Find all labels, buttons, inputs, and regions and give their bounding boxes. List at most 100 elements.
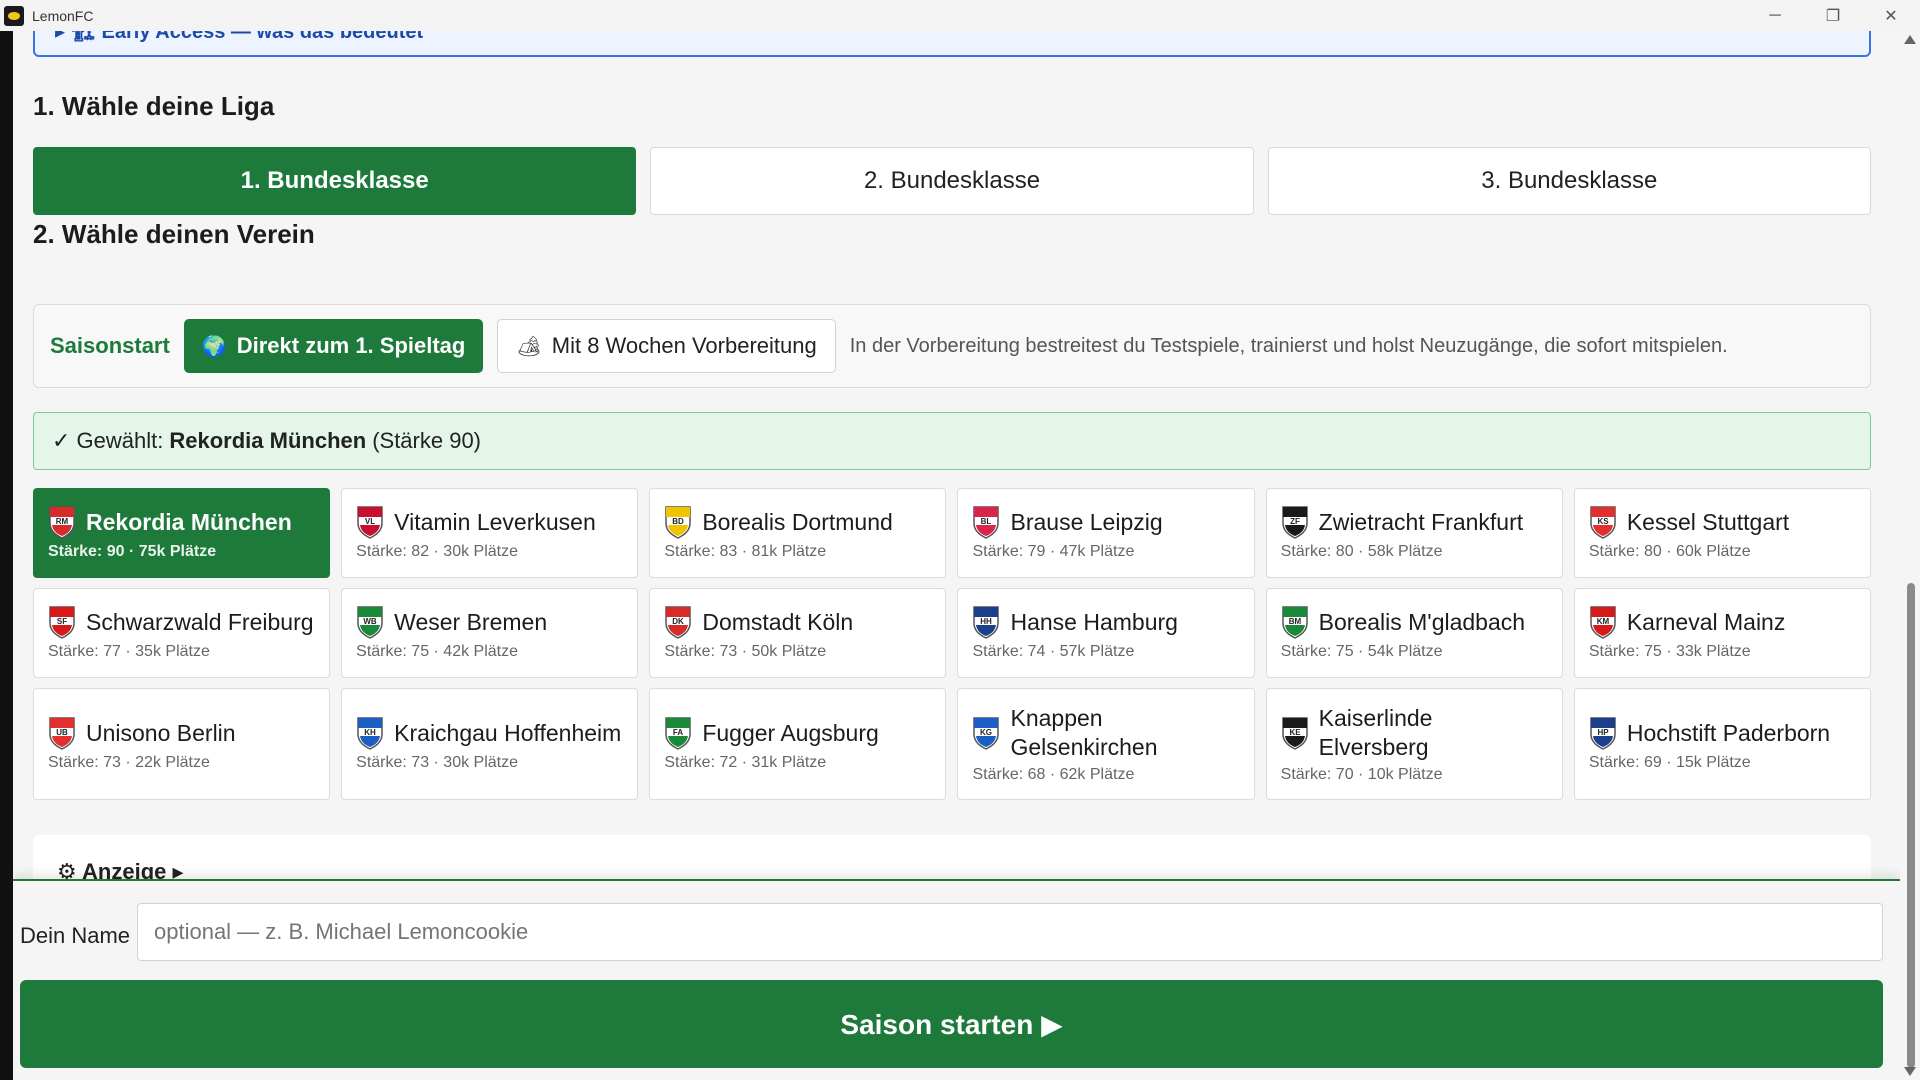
scroll-down-icon[interactable]: [1904, 1067, 1916, 1076]
club-card[interactable]: ZF Zwietracht Frankfurt Stärke: 80 · 58k P…: [1265, 488, 1563, 578]
club-name: Domstadt Köln: [702, 608, 854, 635]
club-card[interactable]: RM Rekordia München Stärke: 90 · 75k Plätz…: [33, 488, 331, 578]
close-icon[interactable]: ✕: [1862, 0, 1920, 31]
club-name: Kessel Stuttgart: [1626, 508, 1790, 535]
club-stats: Stärke: 73 · 50k Plätze: [664, 643, 827, 660]
club-card[interactable]: HH Hanse Hamburg Stärke: 74 · 57k Plätze: [957, 588, 1255, 678]
scroll-thumb[interactable]: [1907, 583, 1915, 1068]
club-card[interactable]: KG Knappen Gelsenkirchen Stärke: 68 · 62k …: [957, 688, 1255, 800]
club-stats: Stärke: 80 · 58k Plätze: [1280, 543, 1443, 560]
league-option-3[interactable]: 3. Bundesklasse: [1267, 147, 1871, 215]
club-name: Borealis M'gladbach: [1318, 608, 1526, 635]
club-crest-abbr: RM: [56, 517, 69, 526]
club-stats: Stärke: 74 · 57k Plätze: [972, 643, 1135, 660]
club-card-header: UB Unisono Berlin: [48, 716, 315, 750]
club-name: Zwietracht Frankfurt: [1318, 508, 1524, 535]
app-viewport: ▸ 🏗 Early Access — was das bedeutet 1. W…: [0, 31, 1920, 1080]
club-card-header: HH Hanse Hamburg: [972, 605, 1239, 639]
club-stats: Stärke: 79 · 47k Plätze: [972, 543, 1135, 560]
club-card[interactable]: BD Borealis Dortmund Stärke: 83 · 81k Plät…: [649, 488, 947, 578]
early-access-banner[interactable]: ▸ 🏗 Early Access — was das bedeutet: [33, 31, 1871, 57]
direct-start-label: Direkt zum 1. Spieltag: [236, 333, 466, 358]
club-card[interactable]: VL Vitamin Leverkusen Stärke: 82 · 30k Plä…: [341, 488, 639, 578]
club-stats: Stärke: 73 · 30k Plätze: [356, 754, 519, 771]
club-name: Kaiserlinde Elversberg: [1318, 705, 1433, 760]
club-crest-icon: ZF: [1281, 506, 1308, 539]
club-name: Hochstift Paderborn: [1626, 719, 1831, 746]
selected-club-info: ✓ Gewählt: Rekordia München (Stärke 90): [33, 412, 1871, 470]
club-stats: Stärke: 80 · 60k Plätze: [1588, 543, 1751, 560]
club-crest-icon: SF: [49, 606, 75, 639]
vertical-scrollbar[interactable]: [1900, 31, 1920, 1080]
club-name: Fugger Augsburg: [702, 719, 879, 746]
minimize-icon[interactable]: ─: [1746, 0, 1804, 31]
club-card-header: WB Weser Bremen: [356, 605, 623, 639]
club-card[interactable]: BL Brause Leipzig Stärke: 79 · 47k Plätze: [957, 488, 1255, 578]
start-season-button[interactable]: Saison starten ▶: [20, 980, 1883, 1068]
restore-icon[interactable]: ❐: [1804, 0, 1862, 31]
club-crest-icon: BD: [665, 506, 692, 539]
club-crest-icon: KH: [357, 717, 383, 750]
club-stats: Stärke: 72 · 31k Plätze: [664, 754, 827, 771]
club-card[interactable]: KH Kraichgau Hoffenheim Stärke: 73 · 30k P…: [341, 688, 639, 800]
club-card[interactable]: BM Borealis M'gladbach Stärke: 75 · 54k Pl…: [1265, 588, 1563, 678]
bottom-action-bar: Dein Name Saison starten ▶: [13, 879, 1900, 1080]
club-card-header: KM Karneval Mainz: [1589, 605, 1856, 639]
club-name: Knappen Gelsenkirchen: [1010, 705, 1158, 760]
club-crest-abbr: HH: [981, 617, 993, 626]
club-card[interactable]: WB Weser Bremen Stärke: 75 · 42k Plätze: [341, 588, 639, 678]
club-crest-abbr: BD: [673, 517, 685, 526]
league-option-2[interactable]: 2. Bundesklasse: [650, 147, 1254, 215]
club-card-header: VL Vitamin Leverkusen: [356, 505, 623, 539]
app-logo-icon: [4, 5, 24, 26]
club-card-header: KG Knappen Gelsenkirchen: [972, 704, 1239, 762]
club-crest-icon: UB: [49, 717, 75, 750]
club-card[interactable]: FA Fugger Augsburg Stärke: 72 · 31k Plätze: [649, 688, 947, 800]
preparation-label: Mit 8 Wochen Vorbereitung: [551, 333, 817, 358]
preparation-button[interactable]: 🏕 Mit 8 Wochen Vorbereitung: [497, 319, 836, 373]
club-name: Hanse Hamburg: [1010, 608, 1178, 635]
club-card[interactable]: SF Schwarzwald Freiburg Stärke: 77 · 35k P…: [33, 588, 331, 678]
club-crest-abbr: SF: [57, 617, 67, 626]
club-name: Borealis Dortmund: [702, 508, 893, 535]
club-crest-icon: WB: [357, 606, 383, 639]
club-crest-abbr: ZF: [1290, 517, 1300, 526]
club-crest-icon: HH: [973, 606, 1000, 639]
club-stats: Stärke: 73 · 22k Plätze: [48, 754, 210, 771]
club-crest-icon: KE: [1281, 717, 1308, 750]
club-card[interactable]: KS Kessel Stuttgart Stärke: 80 · 60k Plätz…: [1573, 488, 1871, 578]
club-name: Karneval Mainz: [1626, 608, 1786, 635]
window-titlebar: LemonFC ─ ❐ ✕: [0, 0, 1920, 31]
camp-icon: 🏕: [516, 335, 542, 358]
club-stats: Stärke: 69 · 15k Plätze: [1588, 754, 1751, 771]
club-crest-abbr: KH: [364, 728, 376, 737]
club-name: Schwarzwald Freiburg: [86, 608, 314, 635]
scroll-up-icon[interactable]: [1904, 35, 1916, 44]
club-name: Unisono Berlin: [86, 719, 236, 746]
selected-club-strength: (Stärke 90): [372, 428, 482, 453]
club-name: Vitamin Leverkusen: [394, 508, 596, 535]
club-card-header: ZF Zwietracht Frankfurt: [1281, 505, 1548, 539]
club-crest-abbr: UB: [56, 728, 68, 737]
club-grid: RM Rekordia München Stärke: 90 · 75k Plätz…: [33, 488, 1871, 800]
club-card[interactable]: HP Hochstift Paderborn Stärke: 69 · 15k Pl…: [1573, 688, 1871, 800]
club-crest-icon: RM: [49, 506, 75, 539]
club-card[interactable]: UB Unisono Berlin Stärke: 73 · 22k Plätze: [33, 688, 331, 800]
direct-start-button[interactable]: 🌍 Direkt zum 1. Spieltag: [183, 319, 484, 373]
main-page: ▸ 🏗 Early Access — was das bedeutet 1. W…: [13, 31, 1900, 1080]
club-crest-icon: FA: [665, 717, 692, 750]
club-crest-abbr: BL: [981, 517, 992, 526]
club-crest-abbr: HP: [1597, 728, 1609, 737]
club-stats: Stärke: 70 · 10k Plätze: [1280, 765, 1443, 783]
club-name: Rekordia München: [86, 508, 292, 535]
club-stats: Stärke: 83 · 81k Plätze: [664, 543, 827, 560]
name-input[interactable]: [137, 903, 1883, 961]
club-card-header: BD Borealis Dortmund: [664, 505, 931, 539]
club-crest-icon: HP: [1590, 717, 1616, 750]
club-card-header: KH Kraichgau Hoffenheim: [356, 716, 623, 750]
club-card[interactable]: KE Kaiserlinde Elversberg Stärke: 70 · 10k…: [1265, 688, 1563, 800]
league-option-1[interactable]: 1. Bundesklasse: [33, 147, 637, 215]
club-card[interactable]: KM Karneval Mainz Stärke: 75 · 33k Plätze: [1573, 588, 1871, 678]
club-card[interactable]: DK Domstadt Köln Stärke: 73 · 50k Plätze: [649, 588, 947, 678]
season-start-box: Saisonstart 🌍 Direkt zum 1. Spieltag 🏕 M…: [33, 304, 1871, 388]
